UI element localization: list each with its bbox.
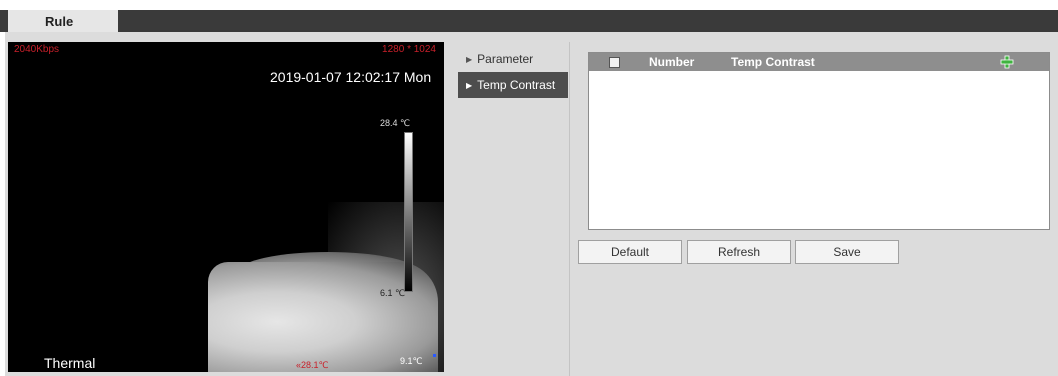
triangle-right-icon: ▶ — [466, 54, 473, 64]
tab-bar: Rule — [0, 10, 1058, 32]
table-header: Number Temp Contrast — [589, 53, 1049, 71]
side-menu: ▶ Parameter ▶ Temp Contrast — [458, 42, 568, 376]
center-temp-marker: «28.1℃ — [296, 360, 329, 370]
channel-label: Thermal — [44, 355, 96, 371]
tab-rule[interactable]: Rule — [8, 10, 118, 32]
thermal-video-preview: 2040Kbps 1280 * 1024 2019-01-07 12:02:17… — [8, 42, 444, 372]
menu-item-temp-contrast[interactable]: ▶ Temp Contrast — [458, 72, 568, 98]
menu-item-label: Temp Contrast — [477, 78, 556, 92]
corner-marker — [433, 354, 436, 357]
default-button[interactable]: Default — [578, 240, 682, 264]
top-strip — [0, 0, 1058, 10]
bitrate-overlay: 2040Kbps — [14, 44, 60, 55]
tab-rule-label: Rule — [45, 13, 74, 29]
temperature-scale-bar — [404, 132, 413, 292]
triangle-right-icon: ▶ — [466, 80, 473, 90]
rule-table: Number Temp Contrast — [588, 52, 1050, 230]
resolution-overlay: 1280 * 1024 — [382, 44, 436, 55]
corner-temp-overlay: 9.1℃ — [400, 356, 423, 366]
menu-item-label: Parameter — [477, 52, 534, 66]
temp-scale-min: 6.1 ℃ — [380, 288, 406, 298]
column-header-temp-contrast: Temp Contrast — [731, 55, 815, 69]
timestamp-overlay: 2019-01-07 12:02:17 Mon — [270, 69, 432, 85]
select-all-checkbox[interactable] — [609, 57, 620, 68]
plus-icon[interactable] — [1000, 55, 1014, 69]
save-button[interactable]: Save — [795, 240, 899, 264]
column-header-number: Number — [649, 55, 695, 69]
menu-item-parameter[interactable]: ▶ Parameter — [458, 46, 568, 72]
temp-scale-max: 28.4 ℃ — [380, 118, 411, 128]
refresh-button[interactable]: Refresh — [687, 240, 791, 264]
